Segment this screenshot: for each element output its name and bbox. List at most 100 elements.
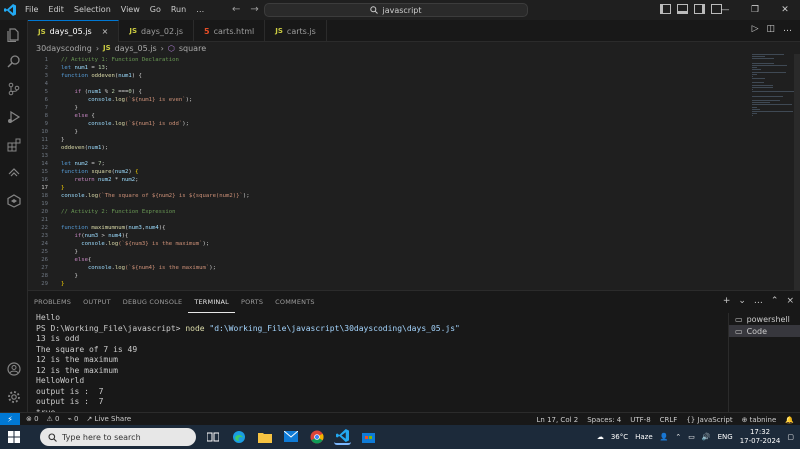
menu-more[interactable]: … [191, 0, 209, 20]
new-terminal-icon[interactable]: + [723, 296, 731, 306]
minimize-icon[interactable]: — [710, 0, 740, 20]
terminal-item-code[interactable]: ▭ Code [729, 325, 800, 337]
extensions-icon[interactable] [5, 136, 23, 154]
forward-arrow-icon[interactable]: → [250, 4, 258, 15]
code-line[interactable]: 21 [28, 216, 728, 224]
restore-icon[interactable]: ❐ [740, 0, 770, 20]
command-center-search[interactable]: javascript [264, 3, 528, 17]
notification-center-icon[interactable]: ▢ [787, 433, 794, 441]
tab-comments[interactable]: COMMENTS [269, 291, 321, 313]
tab-terminal[interactable]: TERMINAL [188, 291, 235, 313]
code-line[interactable]: 22 function maximumnum(num3,num4){ [28, 224, 728, 232]
tab-problems[interactable]: PROBLEMS [28, 291, 77, 313]
tab-ports[interactable]: PORTS [235, 291, 269, 313]
toggle-panel-icon[interactable] [677, 4, 688, 14]
account-icon[interactable] [5, 360, 23, 378]
code-line[interactable]: 25 } [28, 248, 728, 256]
line-ending[interactable]: CRLF [660, 416, 678, 424]
terminal-output[interactable]: Hello PS D:\Working_File\javascript> node… [36, 313, 726, 417]
task-view-icon[interactable] [204, 428, 221, 445]
code-line[interactable]: 14 let num2 = 7; [28, 160, 728, 168]
menu-run[interactable]: Run [166, 0, 191, 20]
menu-selection[interactable]: Selection [69, 0, 116, 20]
weather-text[interactable]: Haze [635, 433, 653, 441]
close-panel-icon[interactable]: × [786, 296, 794, 306]
run-file-icon[interactable]: ▷ [752, 24, 759, 34]
taskbar-search-box[interactable]: Type here to search [40, 428, 196, 446]
code-editor[interactable]: 1 // Activity 1: Function Declaration 2 let… [28, 54, 800, 290]
close-tab-icon[interactable]: × [102, 27, 109, 36]
clock[interactable]: 17:32 17-07-2024 [740, 428, 781, 446]
breadcrumb-folder[interactable]: 30dayscoding [36, 44, 92, 53]
more-icon[interactable]: … [754, 296, 763, 306]
indentation[interactable]: Spaces: 4 [587, 416, 621, 424]
code-line[interactable]: 16 return num2 * num2; [28, 176, 728, 184]
weather-icon[interactable]: ☁ [597, 433, 604, 441]
back-arrow-icon[interactable]: ← [232, 4, 240, 15]
code-line[interactable]: 11} [28, 136, 728, 144]
encoding[interactable]: UTF-8 [630, 416, 650, 424]
ports-count[interactable]: ⌁ 0 [68, 415, 79, 423]
live-share-button[interactable]: ↗ Live Share [86, 415, 131, 423]
tabnine-status[interactable]: ⊕ tabnine [742, 416, 777, 424]
code-line[interactable]: 1 // Activity 1: Function Declaration [28, 56, 728, 64]
maximize-panel-icon[interactable]: ⌃ [771, 296, 779, 306]
menu-view[interactable]: View [116, 0, 145, 20]
chrome-icon[interactable] [308, 428, 325, 445]
terminal-dropdown-icon[interactable]: ⌄ [738, 296, 746, 306]
tab-days-05[interactable]: JS days_05.js × [28, 20, 120, 42]
mail-icon[interactable] [282, 428, 299, 445]
minimap[interactable] [752, 54, 800, 154]
tab-debug-console[interactable]: DEBUG CONSOLE [117, 291, 189, 313]
code-line[interactable]: 20 // Activity 2: Function Expression [28, 208, 728, 216]
language-indicator[interactable]: ENG [718, 433, 733, 441]
code-line[interactable]: 9 console.log(`${num1} is odd`); [28, 120, 728, 128]
toggle-sidebar-icon[interactable] [660, 4, 671, 14]
code-line[interactable]: 3 function oddeven(num1) { [28, 72, 728, 80]
more-actions-icon[interactable]: … [783, 24, 792, 34]
errors-count[interactable]: ⊗ 0 [26, 415, 39, 423]
menu-go[interactable]: Go [145, 0, 166, 20]
code-line[interactable]: 4 [28, 80, 728, 88]
code-line[interactable]: 26 else{ [28, 256, 728, 264]
notifications-bell-icon[interactable]: 🔔 [785, 416, 794, 424]
extension-panel-icon[interactable] [5, 192, 23, 210]
editor-scrollbar[interactable] [794, 54, 800, 290]
network-icon[interactable]: ▭ [688, 433, 695, 441]
terminal-item-powershell[interactable]: ▭ powershell [729, 313, 800, 325]
tab-carts-js[interactable]: JS carts.js [265, 20, 327, 42]
tab-output[interactable]: OUTPUT [77, 291, 117, 313]
code-line[interactable]: 29} [28, 280, 728, 288]
edge-browser-icon[interactable] [230, 428, 247, 445]
code-line[interactable]: 27 console.log(`${num4} is the maximum`)… [28, 264, 728, 272]
settings-gear-icon[interactable] [5, 388, 23, 406]
code-line[interactable]: 19 [28, 200, 728, 208]
volume-icon[interactable]: 🔊 [702, 433, 711, 441]
menu-edit[interactable]: Edit [43, 0, 69, 20]
code-line[interactable]: 24 console.log(`${num3} is the maximum`)… [28, 240, 728, 248]
menu-file[interactable]: File [20, 0, 43, 20]
code-line[interactable]: 13 [28, 152, 728, 160]
code-line[interactable]: 18 console.log(`The square of ${num2} is … [28, 192, 728, 200]
breadcrumb-symbol[interactable]: square [179, 44, 206, 53]
code-line[interactable]: 12 oddeven(num1); [28, 144, 728, 152]
people-icon[interactable]: 👤 [660, 433, 669, 441]
show-hidden-icons-icon[interactable]: ⌃ [675, 433, 681, 441]
language-mode[interactable]: {} JavaScript [686, 416, 732, 424]
remote-indicator-icon[interactable]: ⚡ [0, 412, 20, 426]
run-debug-icon[interactable] [5, 108, 23, 126]
search-sidebar-icon[interactable] [5, 52, 23, 70]
warnings-count[interactable]: ⚠ 0 [47, 415, 60, 423]
explorer-icon[interactable] [5, 26, 23, 44]
code-line[interactable]: 8 else { [28, 112, 728, 120]
close-window-icon[interactable]: ✕ [770, 0, 800, 20]
code-line[interactable]: 2 let num1 = 13; [28, 64, 728, 72]
source-control-icon[interactable] [5, 80, 23, 98]
remote-explorer-icon[interactable] [5, 164, 23, 182]
cursor-position[interactable]: Ln 17, Col 2 [537, 416, 579, 424]
code-line[interactable]: 5 if (num1 % 2 ===0) { [28, 88, 728, 96]
code-line[interactable]: 10 } [28, 128, 728, 136]
vscode-taskbar-icon[interactable] [334, 428, 351, 445]
weather-temp[interactable]: 36°C [611, 433, 628, 441]
file-explorer-icon[interactable] [256, 428, 273, 445]
